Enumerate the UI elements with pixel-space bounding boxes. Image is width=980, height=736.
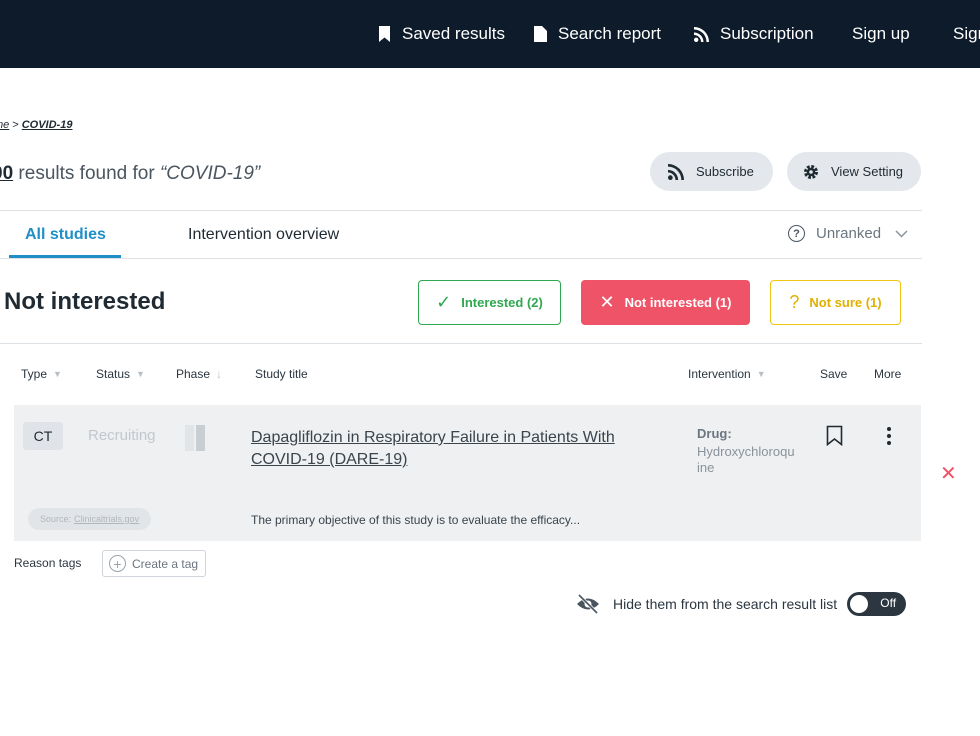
create-tag-label: Create a tag [132, 556, 199, 571]
phase-indicator [185, 425, 205, 451]
bookmark-icon[interactable] [826, 425, 843, 446]
study-type-badge: CT [23, 422, 63, 450]
column-header-intervention[interactable]: Intervention ▼ [688, 367, 766, 381]
column-more-label: More [874, 367, 902, 381]
column-save-label: Save [820, 367, 848, 381]
study-summary: The primary objective of this study is t… [251, 513, 581, 527]
hide-results-toggle[interactable]: Off [847, 592, 907, 616]
ranking-dropdown[interactable]: ? Unranked [788, 225, 908, 242]
column-header-more: More [874, 367, 901, 381]
question-mark-icon: ? [789, 292, 800, 312]
view-setting-label: View Setting [831, 164, 904, 179]
nav-sign-in[interactable]: Sign [953, 0, 980, 68]
sort-down-icon: ▼ [756, 369, 766, 379]
nav-search-report-label: Search report [558, 24, 661, 43]
rss-icon [694, 26, 709, 42]
study-title-link[interactable]: Dapagliflozin in Respiratory Failure in … [251, 427, 661, 471]
chevron-down-icon [895, 229, 908, 238]
filter-not-interested-button[interactable]: ✕ Not interested (1) [581, 280, 750, 325]
nav-sign-up-label: Sign up [852, 24, 910, 43]
source-prefix: Source: [40, 514, 72, 524]
results-text: results found for [13, 163, 160, 184]
sort-down-icon: ▼ [136, 369, 145, 379]
column-header-save: Save [820, 367, 847, 381]
breadcrumb-separator: > [12, 119, 19, 131]
tab-intervention-overview[interactable]: Intervention overview [188, 226, 339, 244]
nav-sign-up[interactable]: Sign up [852, 0, 910, 68]
plus-circle-icon: + [109, 555, 126, 572]
divider [0, 258, 922, 259]
divider [0, 343, 922, 344]
breadcrumb-current-link[interactable]: COVID-19 [22, 119, 73, 131]
eye-slash-icon [577, 594, 599, 614]
column-phase-label: Phase [176, 367, 211, 381]
top-navbar: Saved results Search report Subscription… [0, 0, 980, 68]
divider [0, 210, 922, 211]
column-header-phase[interactable]: Phase ↓ [176, 367, 222, 381]
column-header-status[interactable]: Status ▼ [96, 367, 145, 381]
breadcrumb-home-link[interactable]: me [0, 119, 9, 131]
breadcrumb: me>COVID-19 [0, 119, 72, 131]
filter-interested-button[interactable]: ✓ Interested (2) [418, 280, 561, 325]
column-status-label: Status [96, 367, 131, 381]
more-options-icon[interactable] [882, 426, 896, 446]
view-setting-button[interactable]: View Setting [787, 152, 921, 191]
rss-icon [668, 163, 684, 180]
hide-results-label: Hide them from the search result list [613, 596, 838, 612]
bookmark-icon [379, 26, 390, 42]
question-icon: ? [788, 225, 805, 242]
tab-all-studies[interactable]: All studies [25, 226, 106, 244]
study-status: Recruiting [88, 427, 156, 444]
gear-icon [804, 164, 818, 179]
source-badge: Source: Clinicaltrials.gov [28, 508, 152, 530]
document-icon [534, 26, 547, 42]
phase-bar [185, 425, 194, 451]
nav-saved-results-label: Saved results [402, 24, 505, 43]
filter-not-sure-label: Not sure (1) [809, 295, 882, 310]
column-type-label: Type [21, 367, 48, 381]
intervention-label: Drug: [697, 426, 732, 441]
source-link[interactable]: Clinicaltrials.gov [74, 514, 139, 524]
ranking-label: Unranked [816, 225, 882, 242]
close-icon: ✕ [599, 292, 615, 312]
reason-tags-label: Reason tags [14, 556, 82, 570]
phase-bar [196, 425, 205, 451]
column-header-study-title: Study title [255, 367, 308, 381]
subscribe-button[interactable]: Subscribe [650, 152, 773, 191]
nav-subscription[interactable]: Subscription [694, 0, 814, 68]
column-title-label: Study title [255, 367, 308, 381]
sort-down-icon: ▼ [53, 369, 62, 379]
nav-subscription-label: Subscription [720, 24, 814, 43]
nav-sign-in-label: Sign [953, 24, 980, 43]
check-icon: ✓ [436, 292, 452, 312]
hide-results-row: Hide them from the search result list Of… [576, 592, 907, 616]
nav-saved-results[interactable]: Saved results [378, 0, 505, 68]
column-header-type[interactable]: Type ▼ [21, 367, 62, 381]
toggle-knob [850, 595, 869, 613]
results-number[interactable]: 00 [0, 163, 13, 184]
column-intervention-label: Intervention [688, 367, 751, 381]
close-icon[interactable]: ✕ [940, 464, 957, 484]
arrow-down-icon: ↓ [216, 367, 223, 381]
section-title: Not interested [4, 288, 166, 315]
create-tag-button[interactable]: + Create a tag [102, 550, 206, 577]
toggle-state-label: Off [880, 596, 897, 610]
intervention-value: Hydroxychloroquine [697, 444, 795, 475]
results-query: “COVID-19” [159, 163, 261, 184]
filter-not-sure-button[interactable]: ? Not sure (1) [770, 280, 901, 325]
nav-search-report[interactable]: Search report [534, 0, 661, 68]
filter-not-interested-label: Not interested (1) [624, 295, 732, 310]
filter-interested-label: Interested (2) [461, 295, 543, 310]
results-count: 00 results found for “COVID-19” [0, 163, 260, 185]
subscribe-label: Subscribe [696, 164, 754, 179]
